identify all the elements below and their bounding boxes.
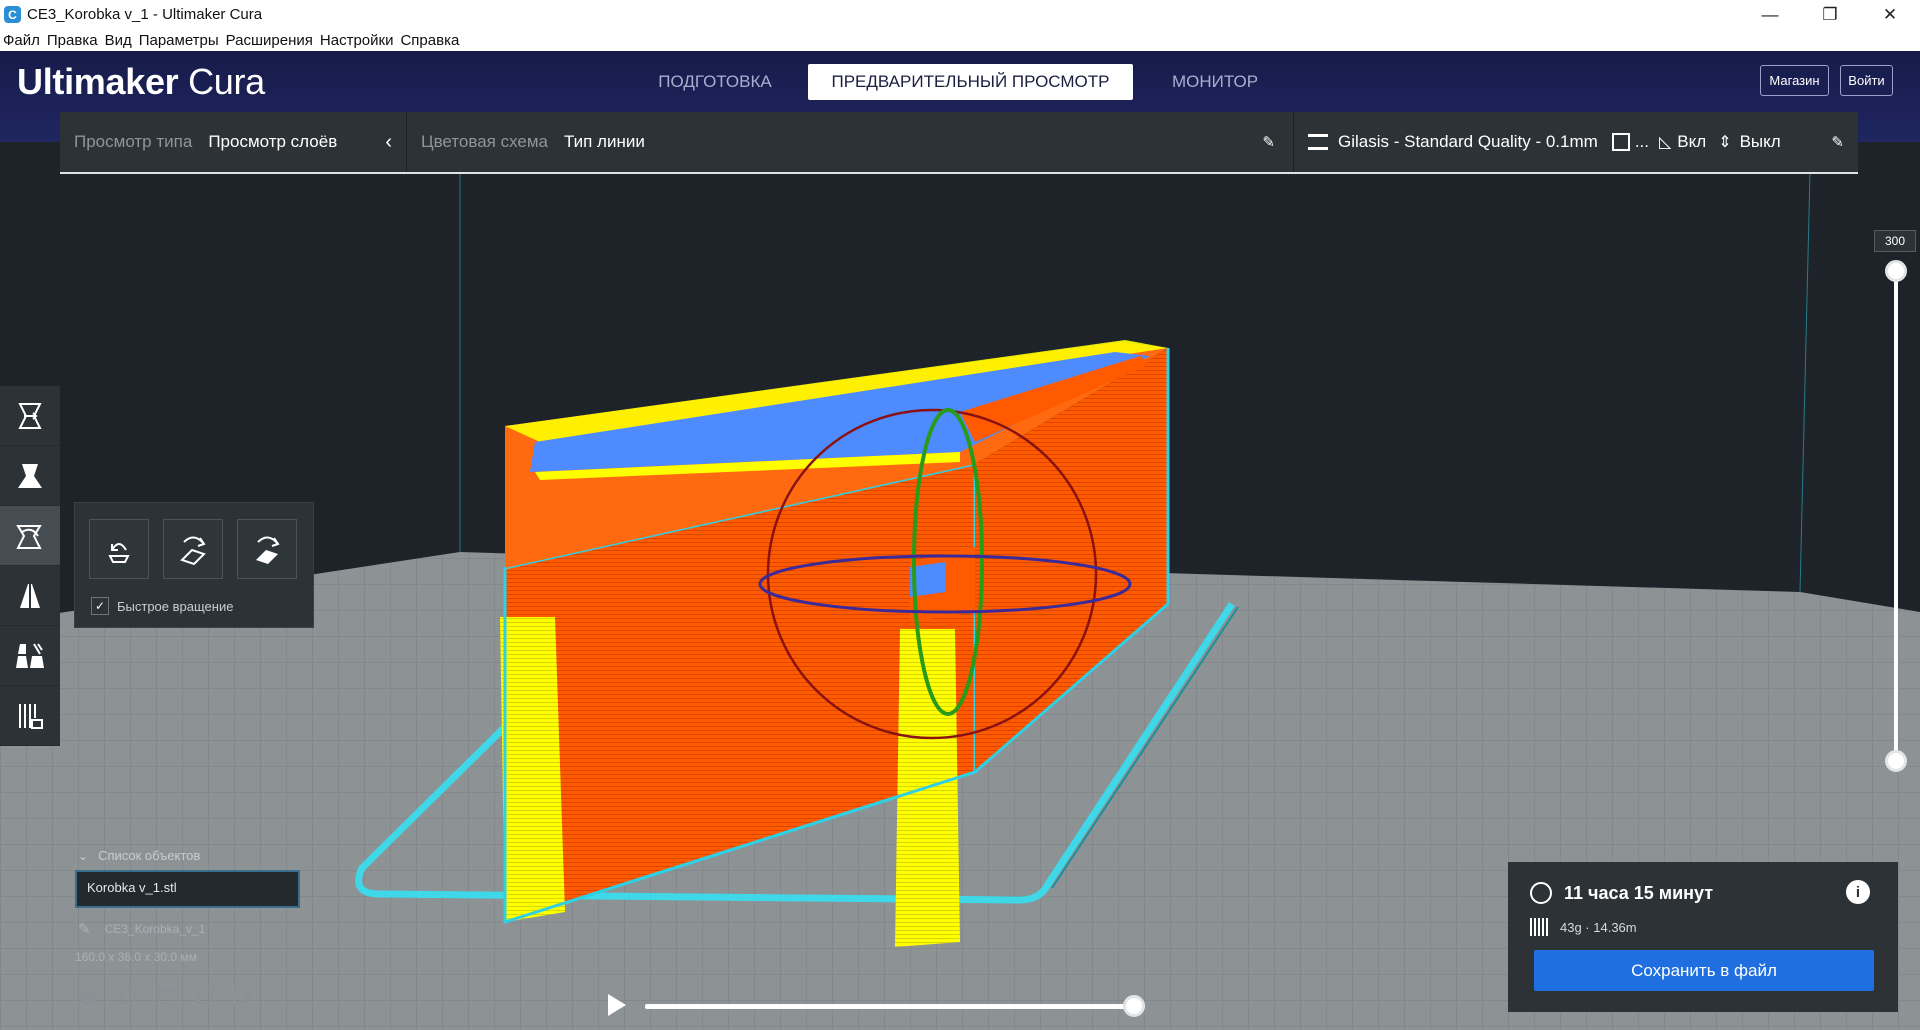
view-type-selector[interactable]: Просмотр типа Просмотр слоёв ‹	[60, 112, 406, 172]
adhesion-icon: ⇕	[1718, 134, 1732, 151]
snap-rotation-option[interactable]: ✓ Быстрое вращение	[91, 597, 233, 615]
per-model-settings-button[interactable]	[0, 626, 60, 686]
job-name: CE3_Korobka_v_1	[104, 922, 206, 936]
profile-icon	[1308, 134, 1328, 150]
menu-preferences[interactable]: Настройки	[317, 32, 398, 49]
select-face-align-button[interactable]	[237, 519, 297, 579]
cura-app-icon: C	[4, 6, 21, 23]
scale-tool-button[interactable]	[0, 446, 60, 506]
mirror-icon	[20, 581, 40, 610]
menu-help[interactable]: Справка	[397, 32, 463, 49]
rotate-icon	[16, 524, 42, 549]
color-scheme-selector[interactable]: Цветовая схема Тип линии ✎	[407, 112, 1293, 172]
menu-extensions[interactable]: Расширения	[223, 32, 317, 49]
object-list-item[interactable]: Korobka v_1.stl	[75, 870, 300, 908]
rotate-tool-button[interactable]	[0, 506, 60, 566]
select-face-align-icon	[256, 536, 280, 564]
reset-rotation-icon	[108, 543, 130, 563]
layer-slider-upper-handle[interactable]	[1885, 260, 1907, 282]
model-dimensions: 160.0 x 36.0 x 30.0 мм	[75, 950, 197, 964]
menu-settings[interactable]: Параметры	[136, 32, 223, 49]
pencil-icon[interactable]: ✎	[1262, 133, 1275, 151]
reset-rotation-button[interactable]	[89, 519, 149, 579]
support-icon: ◺	[1658, 134, 1672, 151]
model-left-edge	[500, 617, 565, 922]
3d-viewport[interactable]: Просмотр типа Просмотр слоёв ‹ Цветовая …	[0, 112, 1920, 1030]
window-titlebar: C CE3_Korobka v_1 - Ultimaker Cura — ❐ ✕	[0, 0, 1920, 29]
infill-value: ...	[1634, 132, 1649, 151]
window-title: CE3_Korobka v_1 - Ultimaker Cura	[27, 6, 263, 23]
filament-icon	[1530, 918, 1548, 936]
menu-edit[interactable]: Правка	[44, 32, 102, 49]
view-type-label: Просмотр типа	[74, 132, 193, 151]
snap-rotation-checkbox[interactable]: ✓	[91, 597, 109, 615]
pencil-icon: ✎	[78, 921, 91, 938]
3d-view-icon[interactable]	[78, 986, 100, 1008]
ultimaker-cura-logo: Ultimaker Cura	[17, 61, 265, 102]
layer-slider-lower-handle[interactable]	[1885, 750, 1907, 772]
support-blocker-icon	[19, 703, 43, 729]
maximize-button[interactable]: ❐	[1800, 0, 1860, 29]
mirror-tool-button[interactable]	[0, 566, 60, 626]
per-model-settings-icon	[16, 642, 44, 668]
info-icon[interactable]: i	[1846, 880, 1870, 904]
path-slider-handle[interactable]	[1123, 995, 1145, 1017]
camera-view-buttons	[78, 986, 250, 1008]
layer-number-label[interactable]: 300	[1874, 230, 1916, 252]
pencil-icon[interactable]: ✎	[1831, 133, 1844, 151]
object-list-title: Список объектов	[98, 848, 201, 863]
view-toolbar: Просмотр типа Просмотр слоёв ‹ Цветовая …	[60, 112, 1858, 174]
job-name-row[interactable]: ✎ CE3_Korobka_v_1	[78, 920, 205, 938]
path-slider-track[interactable]	[645, 1004, 1137, 1009]
tab-prepare[interactable]: ПОДГОТОВКА	[640, 64, 790, 100]
play-icon[interactable]	[608, 994, 626, 1016]
support-blocker-button[interactable]	[0, 686, 60, 746]
layer-slider-track[interactable]	[1894, 270, 1898, 760]
chevron-down-icon: ⌄	[78, 848, 89, 863]
lay-flat-icon	[180, 536, 206, 566]
view-type-value: Просмотр слоёв	[208, 132, 338, 151]
rotate-panel: ✓ Быстрое вращение	[74, 502, 314, 628]
tab-monitor[interactable]: МОНИТОР	[1150, 64, 1280, 100]
minimize-button[interactable]: —	[1740, 0, 1800, 29]
lay-flat-button[interactable]	[163, 519, 223, 579]
signin-button[interactable]: Войти	[1840, 65, 1893, 96]
marketplace-button[interactable]: Магазин	[1760, 65, 1829, 96]
profile-name: Gilasis - Standard Quality - 0.1mm	[1338, 132, 1598, 151]
tab-preview[interactable]: ПРЕДВАРИТЕЛЬНЫЙ ПРОСМОТР	[808, 64, 1133, 100]
right-view-icon[interactable]	[234, 988, 250, 1004]
adhesion-state: Выкл	[1739, 132, 1781, 151]
tool-column	[0, 386, 60, 746]
menu-view[interactable]: Вид	[102, 32, 136, 49]
snap-rotation-label: Быстрое вращение	[117, 598, 234, 614]
front-view-icon[interactable]	[120, 988, 136, 1004]
material-usage: 43g · 14.36m	[1560, 919, 1637, 935]
scale-icon	[18, 463, 42, 488]
object-list-header[interactable]: ⌄ Список объектов	[78, 848, 200, 863]
left-view-icon[interactable]	[196, 988, 212, 1004]
top-view-icon[interactable]	[158, 988, 174, 1004]
print-time: 11 часа 15 минут	[1564, 882, 1714, 903]
chevron-left-icon[interactable]: ‹	[385, 131, 392, 154]
color-scheme-label: Цветовая схема	[421, 132, 548, 151]
move-icon	[18, 402, 42, 429]
support-state: Вкл	[1677, 132, 1707, 151]
color-scheme-value: Тип линии	[564, 132, 645, 151]
infill-icon	[1611, 133, 1630, 151]
save-to-file-button[interactable]: Сохранить в файл	[1534, 950, 1874, 991]
cura-window: C CE3_Korobka v_1 - Ultimaker Cura — ❐ ✕…	[0, 0, 1920, 1030]
print-setup-selector[interactable]: Gilasis - Standard Quality - 0.1mm ... ◺…	[1294, 112, 1858, 172]
menu-file[interactable]: Файл	[0, 32, 44, 49]
clock-icon	[1530, 882, 1552, 904]
move-tool-button[interactable]	[0, 386, 60, 446]
menu-bar: Файл Правка Вид Параметры Расширения Нас…	[0, 29, 1920, 51]
close-button[interactable]: ✕	[1860, 0, 1920, 29]
